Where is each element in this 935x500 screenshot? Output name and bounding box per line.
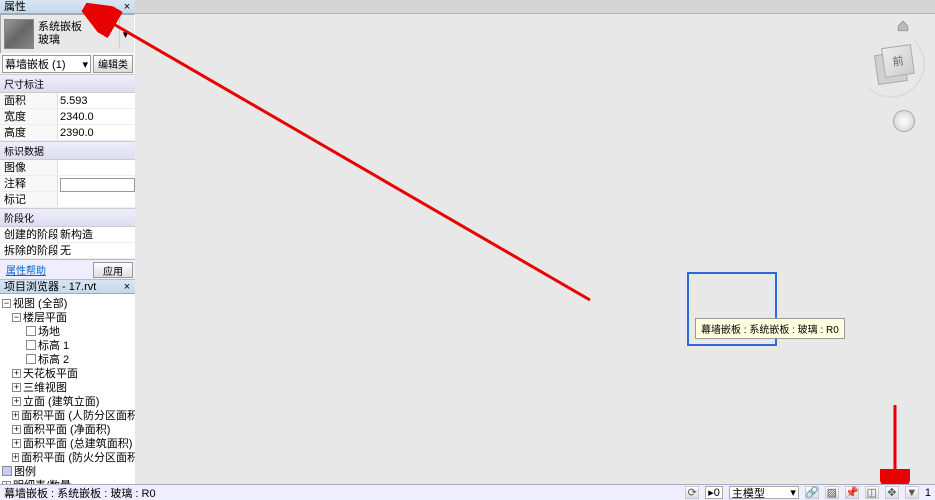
tree-floorplans[interactable]: −楼层平面 [0, 310, 135, 324]
chevron-down-icon[interactable]: ▾ [119, 19, 131, 49]
app-root: 属性 × 系统嵌板 玻璃 ▾ 幕墙嵌板 (1) ▾ 编辑类型 尺寸标注 [0, 0, 935, 500]
instance-filter-dropdown[interactable]: 幕墙嵌板 (1) ▾ [2, 55, 91, 73]
prop-mark-value[interactable] [58, 192, 135, 207]
close-icon[interactable]: × [121, 280, 133, 294]
apply-button[interactable]: 应用 [93, 262, 133, 278]
prop-image: 图像 [0, 160, 135, 176]
properties-panel: 属性 × 系统嵌板 玻璃 ▾ 幕墙嵌板 (1) ▾ 编辑类型 尺寸标注 [0, 0, 135, 280]
comment-input[interactable] [60, 178, 135, 192]
tree-views[interactable]: −视图 (全部) [0, 296, 135, 310]
prop-image-value[interactable] [58, 160, 135, 175]
prop-mark: 标记 [0, 192, 135, 208]
folder-icon [2, 466, 12, 476]
workset-icon[interactable]: ⟳ [685, 486, 699, 499]
type-selector[interactable]: 系统嵌板 玻璃 ▾ [0, 14, 135, 54]
browser-title-text: 项目浏览器 - 17.rvt [4, 281, 96, 293]
collapse-icon[interactable]: − [12, 313, 21, 322]
filter-icon[interactable]: ▼ [905, 486, 919, 499]
tree-elev[interactable]: +立面 (建筑立面) [0, 394, 135, 408]
frame-top [135, 0, 935, 14]
prop-height: 高度 2390.0 [0, 125, 135, 141]
type-thumbnail-icon [4, 19, 34, 49]
prop-area: 面积 5.593 [0, 93, 135, 109]
prop-demolished-name: 拆除的阶段 [0, 243, 58, 258]
select-underlay-icon[interactable]: ▨ [825, 486, 839, 499]
tree-level1[interactable]: 标高 1 [0, 338, 135, 352]
select-pinned-icon[interactable]: 📌 [845, 486, 859, 499]
properties-title-bar[interactable]: 属性 × [0, 0, 135, 14]
expand-icon[interactable]: + [12, 383, 21, 392]
help-row: 属性帮助 应用 [0, 259, 135, 279]
browser-title-bar[interactable]: 项目浏览器 - 17.rvt × [0, 280, 135, 294]
prop-demolished: 拆除的阶段 无 [0, 243, 135, 259]
viewcube-face[interactable]: 前 [881, 44, 915, 78]
editable-only-count[interactable]: ▸ 0 [705, 486, 723, 499]
properties-help-link[interactable]: 属性帮助 [2, 262, 93, 277]
prop-area-value[interactable]: 5.593 [58, 93, 135, 108]
status-hint: 幕墙嵌板 : 系统嵌板 : 玻璃 : R0 [4, 485, 156, 500]
tree-site[interactable]: 场地 [0, 324, 135, 338]
prop-width: 宽度 2340.0 [0, 109, 135, 125]
tree-legends[interactable]: 图例 [0, 464, 135, 478]
edit-type-button[interactable]: 编辑类型 [93, 55, 133, 73]
tree-area4[interactable]: +面积平面 (防火分区面积) [0, 450, 135, 464]
filter-count: 1 [925, 487, 931, 499]
close-icon[interactable]: × [121, 0, 133, 14]
prop-width-name: 宽度 [0, 109, 58, 124]
status-bar: 幕墙嵌板 : 系统嵌板 : 玻璃 : R0 ⟳ ▸ 0 主模型 ▾ 🔗 ▨ 📌 … [0, 484, 935, 500]
prop-demolished-value[interactable]: 无 [58, 243, 135, 258]
group-phasing[interactable]: 阶段化 [0, 208, 135, 227]
select-face-icon[interactable]: ◫ [865, 486, 879, 499]
select-links-icon[interactable]: 🔗 [805, 486, 819, 499]
left-panels: 属性 × 系统嵌板 玻璃 ▾ 幕墙嵌板 (1) ▾ 编辑类型 尺寸标注 [0, 0, 135, 484]
active-workset-dropdown[interactable]: 主模型 ▾ [729, 486, 799, 499]
view-icon [26, 354, 36, 364]
properties-title-text: 属性 [4, 1, 26, 13]
group-dimensions[interactable]: 尺寸标注 [0, 74, 135, 93]
tree-area3[interactable]: +面积平面 (总建筑面积) [0, 436, 135, 450]
view-icon [26, 326, 36, 336]
prop-comment-value[interactable] [58, 176, 135, 191]
prop-width-value[interactable]: 2340.0 [58, 109, 135, 124]
expand-icon[interactable]: + [12, 369, 21, 378]
type-selector-text: 系统嵌板 玻璃 [38, 21, 115, 47]
prop-created-name: 创建的阶段 [0, 227, 58, 242]
prop-created: 创建的阶段 新构造 [0, 227, 135, 243]
tree-area2[interactable]: +面积平面 (净面积) [0, 422, 135, 436]
main-area: 幕墙嵌板 : 系统嵌板 : 玻璃 : R0 前 1 : 100 ▦ ◧ ☀ ◐ … [135, 0, 935, 484]
prop-comment-name: 注释 [0, 176, 58, 191]
chevron-down-icon: ▾ [82, 58, 88, 71]
type-type: 玻璃 [38, 34, 115, 47]
type-family: 系统嵌板 [38, 21, 115, 34]
group-identity[interactable]: 标识数据 [0, 141, 135, 160]
prop-area-name: 面积 [0, 93, 58, 108]
prop-image-name: 图像 [0, 160, 58, 175]
instance-row: 幕墙嵌板 (1) ▾ 编辑类型 [0, 54, 135, 74]
expand-icon[interactable]: + [12, 425, 21, 434]
project-browser: 项目浏览器 - 17.rvt × −视图 (全部) −楼层平面 场地 标高 1 … [0, 280, 135, 484]
expand-icon[interactable]: + [12, 439, 21, 448]
expand-icon[interactable]: + [12, 411, 19, 420]
expand-icon[interactable]: + [12, 397, 21, 406]
hover-tooltip: 幕墙嵌板 : 系统嵌板 : 玻璃 : R0 [695, 318, 845, 339]
expand-icon[interactable]: + [12, 453, 19, 462]
steering-wheel-icon[interactable] [893, 110, 915, 132]
prop-comment: 注释 [0, 176, 135, 192]
view-icon [26, 340, 36, 350]
browser-tree: −视图 (全部) −楼层平面 场地 标高 1 标高 2 +天花板平面 +三维视图… [0, 294, 135, 484]
prop-mark-name: 标记 [0, 192, 58, 207]
tree-area1[interactable]: +面积平面 (人防分区面积) [0, 408, 135, 422]
drag-elements-icon[interactable]: ✥ [885, 486, 899, 499]
prop-created-value[interactable]: 新构造 [58, 227, 135, 242]
tree-ceiling[interactable]: +天花板平面 [0, 366, 135, 380]
tree-3d[interactable]: +三维视图 [0, 380, 135, 394]
viewcube[interactable]: 前 [863, 36, 919, 92]
instance-filter-text: 幕墙嵌板 (1) [5, 56, 66, 72]
prop-height-name: 高度 [0, 125, 58, 140]
tree-level2[interactable]: 标高 2 [0, 352, 135, 366]
prop-height-value[interactable]: 2390.0 [58, 125, 135, 140]
collapse-icon[interactable]: − [2, 299, 11, 308]
